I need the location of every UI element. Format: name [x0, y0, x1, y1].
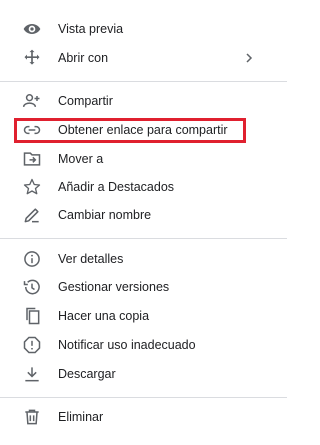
divider [0, 238, 287, 239]
menu-item-preview[interactable]: Vista previa [0, 15, 287, 43]
report-icon [20, 335, 44, 355]
menu-item-details[interactable]: Ver detalles [0, 245, 287, 273]
menu-item-versions[interactable]: Gestionar versiones [0, 273, 287, 301]
menu-item-label: Notificar uso inadecuado [58, 338, 196, 352]
move-arrows-icon [20, 48, 44, 68]
folder-move-icon [20, 149, 44, 169]
menu-item-label: Vista previa [58, 22, 124, 36]
menu-item-label: Abrir con [58, 51, 109, 65]
menu-item-add-starred[interactable]: Añadir a Destacados [0, 173, 287, 201]
pencil-icon [20, 205, 44, 225]
menu-item-rename[interactable]: Cambiar nombre [0, 201, 287, 229]
info-icon [20, 249, 44, 269]
menu-item-get-link[interactable]: Obtener enlace para compartir [0, 116, 287, 144]
menu-item-download[interactable]: Descargar [0, 360, 287, 388]
menu-item-move-to[interactable]: Mover a [0, 145, 287, 173]
menu-item-label: Añadir a Destacados [58, 180, 175, 194]
menu-item-label: Compartir [58, 94, 113, 108]
download-icon [20, 364, 44, 384]
menu-item-label: Mover a [58, 152, 104, 166]
star-icon [20, 177, 44, 197]
menu-item-copy[interactable]: Hacer una copia [0, 302, 287, 330]
menu-item-label: Hacer una copia [58, 309, 150, 323]
menu-item-label: Eliminar [58, 410, 104, 424]
divider [0, 397, 287, 398]
trash-icon [20, 407, 44, 427]
history-icon [20, 277, 44, 297]
menu-item-share[interactable]: Compartir [0, 87, 287, 115]
menu-item-label: Gestionar versiones [58, 280, 170, 294]
divider [0, 81, 287, 82]
context-menu: Vista previa Abrir con Compartir Obtener… [0, 0, 287, 445]
menu-item-label: Descargar [58, 367, 116, 381]
menu-item-label: Ver detalles [58, 252, 124, 266]
menu-item-label: Cambiar nombre [58, 208, 152, 222]
menu-item-report[interactable]: Notificar uso inadecuado [0, 331, 287, 359]
link-icon [20, 120, 44, 140]
eye-icon [20, 19, 44, 39]
menu-item-open-with[interactable]: Abrir con [0, 44, 287, 72]
menu-item-label: Obtener enlace para compartir [58, 123, 228, 137]
person-add-icon [20, 91, 44, 111]
menu-item-delete[interactable]: Eliminar [0, 403, 287, 431]
copy-icon [20, 306, 44, 326]
chevron-right-icon [246, 53, 253, 63]
